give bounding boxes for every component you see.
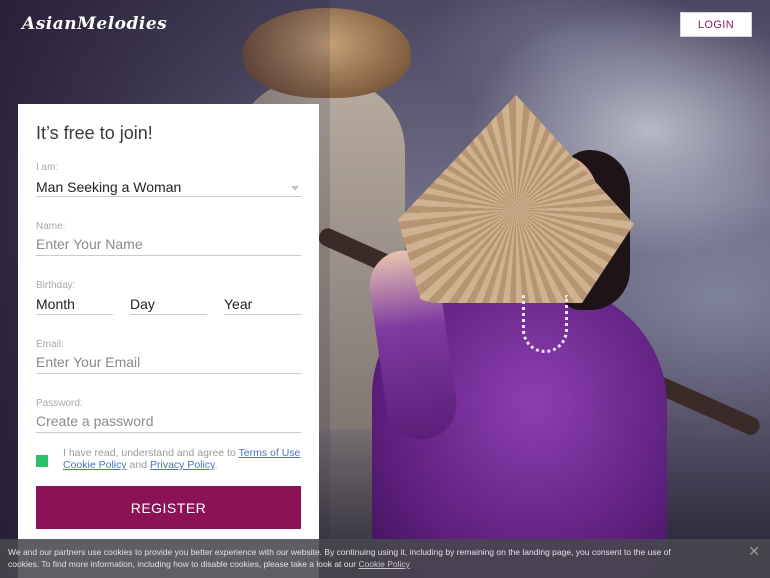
gender-seeking-value[interactable]: Man Seeking a Woman <box>36 175 301 197</box>
gender-seeking-select[interactable]: I am: Man Seeking a Woman <box>36 162 301 197</box>
terms-prefix: I have read, understand and agree to <box>63 447 239 459</box>
name-field-group: Name: <box>36 221 301 256</box>
email-field-group: Email: <box>36 339 301 374</box>
birthday-year-select[interactable]: Year <box>224 293 301 315</box>
cookie-notice-text: We and our partners use cookies to provi… <box>8 547 671 569</box>
login-button[interactable]: LOGIN <box>680 12 752 37</box>
cookie-policy-link[interactable]: Cookie Policy <box>63 459 127 471</box>
register-button[interactable]: REGISTER <box>36 486 301 529</box>
birthday-month-select[interactable]: Month <box>36 293 113 315</box>
terms-of-use-link[interactable]: Terms of Use <box>239 447 301 459</box>
password-field-group: Password: <box>36 398 301 433</box>
pearl-necklace <box>522 295 568 353</box>
chevron-down-icon[interactable] <box>291 186 299 191</box>
i-am-label: I am: <box>36 162 59 173</box>
signup-title: It’s free to join! <box>36 123 153 143</box>
email-label: Email: <box>36 339 64 350</box>
birthday-field-group: Birthday: Month Day Year <box>36 280 301 315</box>
close-icon[interactable]: ✕ <box>748 544 760 558</box>
privacy-policy-link[interactable]: Privacy Policy <box>150 459 215 471</box>
woman-conical-hat <box>398 95 634 303</box>
terms-suffix: . <box>214 459 218 471</box>
terms-and: and <box>126 459 150 471</box>
password-input[interactable] <box>36 411 301 433</box>
cookie-notice-policy-link[interactable]: Cookie Policy <box>358 559 410 569</box>
cookie-notice-bar: We and our partners use cookies to provi… <box>0 539 770 578</box>
birthday-label: Birthday: <box>36 280 76 291</box>
name-input[interactable] <box>36 234 301 256</box>
terms-text: I have read, understand and agree to Ter… <box>63 447 301 471</box>
password-label: Password: <box>36 398 83 409</box>
birthday-day-select[interactable]: Day <box>130 293 207 315</box>
terms-checkbox[interactable] <box>36 455 48 467</box>
site-logo[interactable]: AsianMelodies <box>22 14 167 34</box>
terms-agreement: I have read, understand and agree to Ter… <box>36 447 301 471</box>
name-label: Name: <box>36 221 66 232</box>
signup-form-card: It’s free to join! I am: Man Seeking a W… <box>18 104 319 578</box>
email-input[interactable] <box>36 352 301 374</box>
